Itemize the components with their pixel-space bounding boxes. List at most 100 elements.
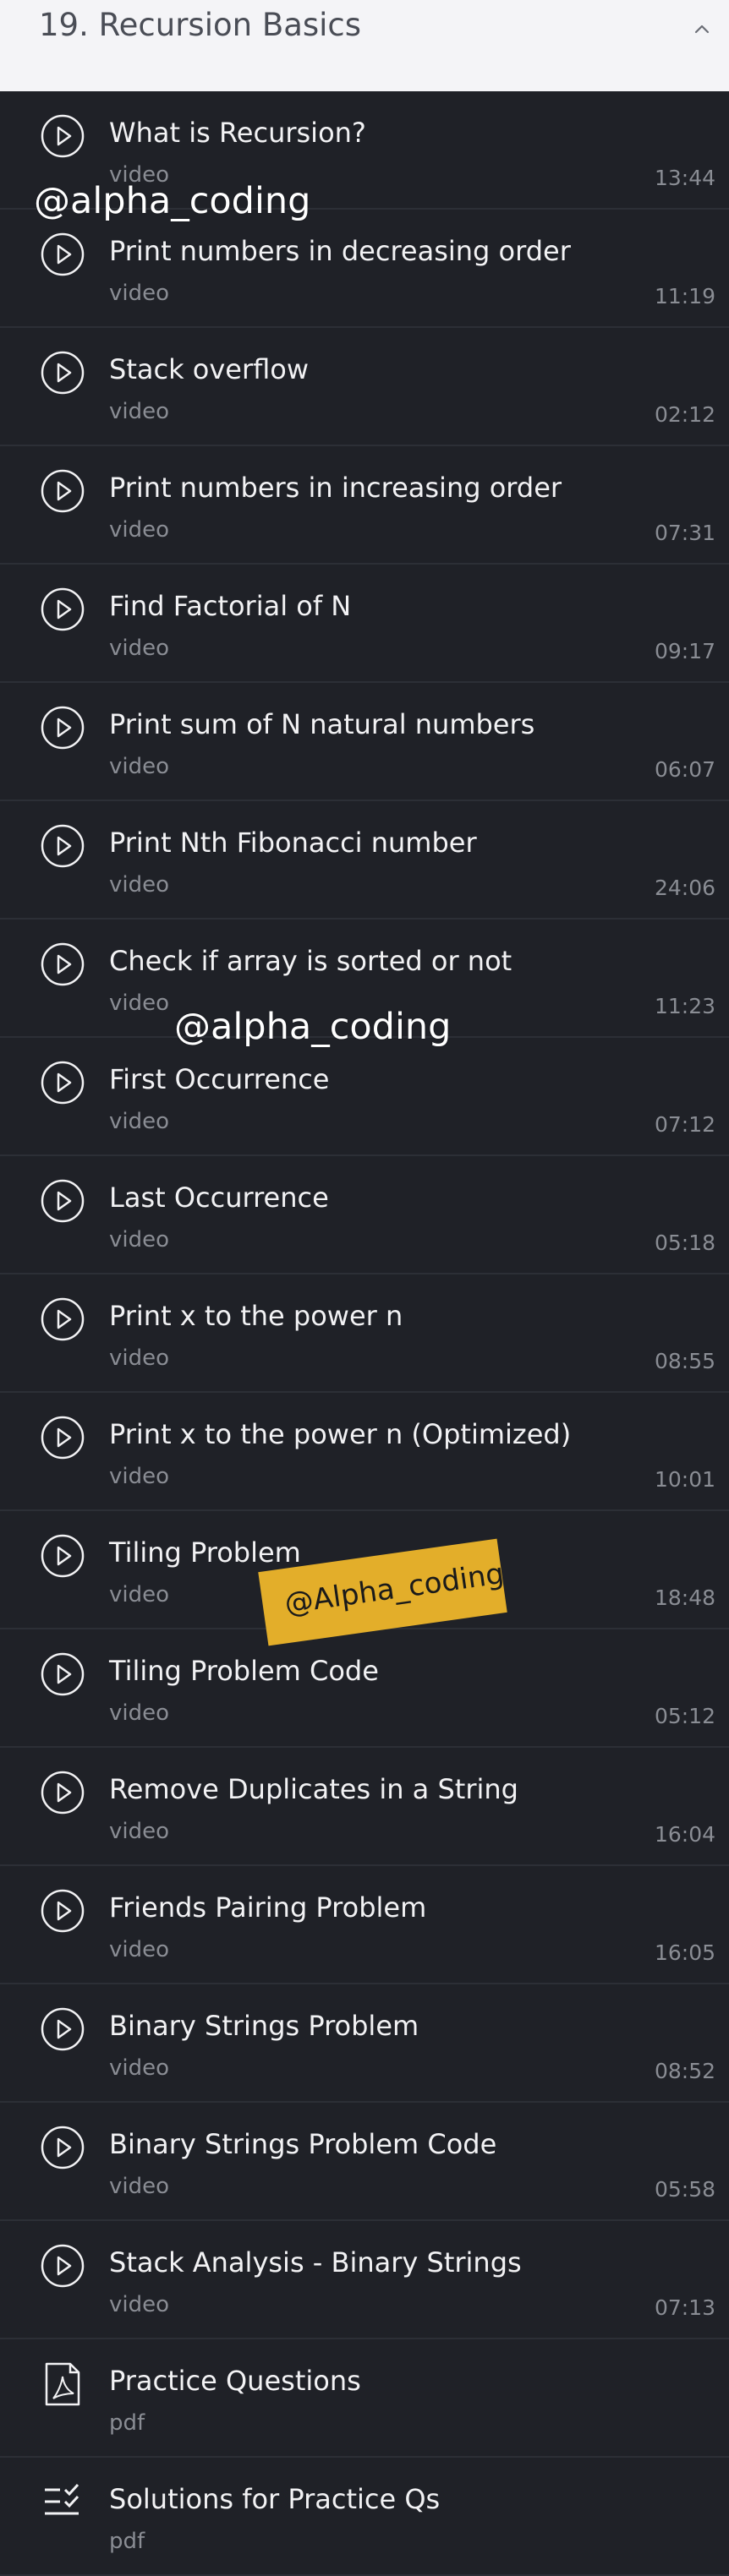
lecture-item[interactable]: First Occurrence video 07:12	[0, 1038, 729, 1156]
lecture-title[interactable]: What is Recursion?	[109, 117, 366, 149]
lecture-item[interactable]: Print numbers in decreasing order video 11…	[0, 210, 729, 328]
watermark-text: @alpha_coding	[34, 180, 311, 222]
play-circle-icon[interactable]	[40, 1651, 85, 1697]
lecture-item[interactable]: Remove Duplicates in a String video 16:04	[0, 1748, 729, 1866]
play-circle-icon[interactable]	[40, 2243, 85, 2289]
lecture-title[interactable]: Tiling Problem Code	[109, 1655, 379, 1687]
lecture-item[interactable]: Solutions for Practice Qs pdf	[0, 2458, 729, 2576]
lecture-type: video	[109, 1700, 170, 1726]
lecture-duration: 10:01	[654, 1467, 715, 1492]
lecture-type: pdf	[109, 2529, 145, 2554]
lecture-type: video	[109, 1109, 170, 1134]
lecture-duration: 06:07	[654, 757, 715, 782]
lecture-duration: 07:31	[654, 521, 715, 545]
lecture-duration: 07:12	[654, 1112, 715, 1137]
play-circle-icon[interactable]	[40, 823, 85, 869]
lecture-duration: 07:13	[654, 2295, 715, 2320]
lecture-type: video	[109, 1582, 170, 1607]
lecture-type: video	[109, 872, 170, 898]
lecture-item[interactable]: Print x to the power n (Optimized) video 1…	[0, 1393, 729, 1511]
lecture-title[interactable]: Print numbers in increasing order	[109, 472, 562, 504]
lecture-title[interactable]: Print Nth Fibonacci number	[109, 827, 477, 859]
play-circle-icon[interactable]	[40, 1415, 85, 1460]
lecture-title[interactable]: Stack Analysis - Binary Strings	[109, 2246, 522, 2279]
lecture-duration: 16:05	[654, 1940, 715, 1965]
lecture-type: pdf	[109, 2410, 145, 2436]
lecture-type: video	[109, 1464, 170, 1489]
play-circle-icon[interactable]	[40, 1770, 85, 1815]
lecture-duration: 18:48	[654, 1585, 715, 1610]
lecture-title[interactable]: Tiling Problem	[109, 1536, 301, 1569]
lecture-duration: 08:52	[654, 2059, 715, 2083]
play-circle-icon[interactable]	[40, 587, 85, 632]
lecture-title[interactable]: Print x to the power n (Optimized)	[109, 1418, 571, 1450]
lecture-type: video	[109, 1937, 170, 1962]
lecture-type: video	[109, 1227, 170, 1253]
lecture-item[interactable]: Stack overflow video 02:12	[0, 328, 729, 446]
play-circle-icon[interactable]	[40, 2125, 85, 2170]
lecture-item[interactable]: Binary Strings Problem video 08:52	[0, 1984, 729, 2103]
lecture-item[interactable]: Print sum of N natural numbers video 06:07	[0, 683, 729, 801]
lecture-duration: 16:04	[654, 1822, 715, 1847]
play-circle-icon[interactable]	[40, 1178, 85, 1224]
lecture-title[interactable]: Stack overflow	[109, 353, 309, 385]
lecture-title[interactable]: Print numbers in decreasing order	[109, 235, 571, 267]
play-circle-icon[interactable]	[40, 232, 85, 277]
chevron-up-icon[interactable]	[692, 19, 712, 39]
lecture-duration: 11:23	[654, 994, 715, 1018]
lecture-title[interactable]: Last Occurrence	[109, 1182, 329, 1214]
play-circle-icon[interactable]	[40, 468, 85, 514]
lecture-item[interactable]: Practice Questions pdf	[0, 2339, 729, 2458]
lecture-type: video	[109, 1345, 170, 1371]
lecture-title[interactable]: Print x to the power n	[109, 1300, 403, 1332]
lecture-item[interactable]: Find Factorial of N video 09:17	[0, 565, 729, 683]
lecture-type: video	[109, 517, 170, 543]
lecture-type: video	[109, 281, 170, 306]
lecture-title[interactable]: Binary Strings Problem	[109, 2010, 419, 2042]
lecture-item[interactable]: Print Nth Fibonacci number video 24:06	[0, 801, 729, 920]
lecture-type: video	[109, 2174, 170, 2199]
play-circle-icon[interactable]	[40, 1888, 85, 1934]
play-circle-icon[interactable]	[40, 113, 85, 159]
watermark-sticker-text: @Alpha_coding	[282, 1557, 507, 1622]
checklist-icon[interactable]	[40, 2480, 85, 2525]
lecture-duration: 09:17	[654, 639, 715, 663]
play-circle-icon[interactable]	[40, 2006, 85, 2052]
play-circle-icon[interactable]	[40, 350, 85, 396]
play-circle-icon[interactable]	[40, 705, 85, 750]
watermark-text: @alpha_coding	[174, 1006, 452, 1048]
lecture-type: video	[109, 636, 170, 661]
lecture-item[interactable]: Tiling Problem Code video 05:12	[0, 1629, 729, 1748]
section-header[interactable]: 19. Recursion Basics	[0, 0, 729, 91]
lecture-duration: 02:12	[654, 402, 715, 427]
lecture-item[interactable]: Stack Analysis - Binary Strings video 07:1…	[0, 2221, 729, 2339]
lecture-title[interactable]: Find Factorial of N	[109, 590, 351, 622]
lecture-duration: 05:12	[654, 1704, 715, 1728]
lecture-type: video	[109, 991, 170, 1016]
lecture-duration: 13:44	[654, 166, 715, 190]
lecture-item[interactable]: Print numbers in increasing order video 07…	[0, 446, 729, 565]
lecture-item[interactable]: Friends Pairing Problem video 16:05	[0, 1866, 729, 1984]
lecture-type: video	[109, 754, 170, 779]
lecture-title[interactable]: Friends Pairing Problem	[109, 1891, 426, 1924]
lecture-item[interactable]: Binary Strings Problem Code video 05:58	[0, 2103, 729, 2221]
play-circle-icon[interactable]	[40, 1060, 85, 1105]
lecture-title[interactable]: First Occurrence	[109, 1063, 329, 1095]
lecture-item[interactable]: Print x to the power n video 08:55	[0, 1274, 729, 1393]
lecture-title[interactable]: Print sum of N natural numbers	[109, 708, 534, 740]
pdf-file-icon[interactable]	[40, 2361, 85, 2407]
lecture-title[interactable]: Solutions for Practice Qs	[109, 2483, 440, 2515]
lecture-duration: 08:55	[654, 1349, 715, 1373]
lecture-type: video	[109, 2292, 170, 2317]
play-circle-icon[interactable]	[40, 941, 85, 987]
play-circle-icon[interactable]	[40, 1533, 85, 1579]
lecture-list: What is Recursion? video 13:44 Print number…	[0, 91, 729, 2576]
play-circle-icon[interactable]	[40, 1296, 85, 1342]
lecture-title[interactable]: Practice Questions	[109, 2365, 361, 2397]
lecture-type: video	[109, 399, 170, 424]
lecture-title[interactable]: Remove Duplicates in a String	[109, 1773, 518, 1805]
lecture-duration: 05:18	[654, 1231, 715, 1255]
lecture-title[interactable]: Check if array is sorted or not	[109, 945, 512, 977]
lecture-item[interactable]: Last Occurrence video 05:18	[0, 1156, 729, 1274]
lecture-title[interactable]: Binary Strings Problem Code	[109, 2128, 496, 2160]
